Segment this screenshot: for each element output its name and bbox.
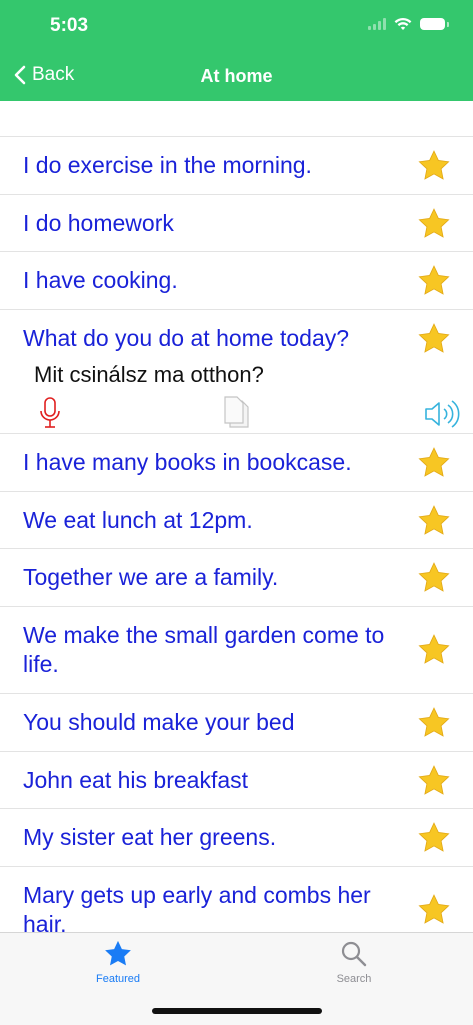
phrase-row[interactable]: Mary gets up early and combs her hair. [0,866,473,933]
search-icon [341,941,367,967]
phrase-list: I do exercise in the morning. I do homew… [0,136,473,933]
phrase-text: Together we are a family. [23,564,279,590]
signal-icon [368,18,386,30]
star-icon[interactable] [417,633,451,667]
star-icon[interactable] [417,446,451,480]
star-icon[interactable] [417,893,451,927]
phrase-text: I do homework [23,210,174,236]
microphone-icon[interactable] [38,396,62,430]
phrase-text: We make the small garden come to life. [23,622,385,677]
tab-search-label: Search [336,973,372,985]
phrase-row-expanded[interactable]: What do you do at home today? Mit csinál… [0,309,473,433]
status-time: 5:03 [50,15,89,36]
phrase-text: You should make your bed [23,709,295,735]
nav-header: 5:03 Back At home [0,0,473,101]
battery-icon [420,18,449,30]
page-title: At home [200,66,273,86]
phrase-row[interactable]: Together we are a family. [0,548,473,606]
speaker-icon[interactable] [424,400,460,428]
home-indicator [152,1008,322,1014]
phrase-row[interactable]: We eat lunch at 12pm. [0,491,473,548]
phrase-row[interactable]: I have cooking. [0,251,473,309]
phrase-row[interactable]: My sister eat her greens. [0,808,473,866]
tab-search[interactable]: Search [304,939,404,985]
phrase-text: John eat his breakfast [23,767,249,793]
star-icon[interactable] [417,764,451,798]
tab-featured-label: Featured [95,973,141,985]
phrase-text: I have cooking. [23,267,178,293]
tab-featured[interactable]: Featured [68,939,168,985]
phrase-text: We eat lunch at 12pm. [23,507,253,533]
star-icon[interactable] [417,706,451,740]
star-icon[interactable] [417,561,451,595]
phrase-tools [0,394,473,436]
phrase-text: I do exercise in the morning. [23,152,312,178]
phrase-text: What do you do at home today? [23,325,350,351]
star-icon[interactable] [417,207,451,241]
phrase-row[interactable]: You should make your bed [0,693,473,751]
phrase-text: I have many books in bookcase. [23,449,352,475]
star-icon[interactable] [417,821,451,855]
phrase-row[interactable]: John eat his breakfast [0,751,473,808]
wifi-icon [394,17,412,30]
star-icon[interactable] [417,264,451,298]
phrase-row[interactable]: I do exercise in the morning. [0,136,473,194]
status-icons [368,17,449,31]
phrase-text: My sister eat her greens. [23,824,277,850]
star-icon [105,940,131,966]
phrase-text: Mary gets up early and combs her hair. [23,882,371,933]
star-icon[interactable] [417,322,451,356]
phrase-row[interactable]: I do homework [0,194,473,251]
copy-icon[interactable] [222,396,252,430]
phrase-row[interactable]: We make the small garden come to life. [0,606,473,693]
phrase-row[interactable]: I have many books in bookcase. [0,433,473,491]
translation-text: Mit csinálsz ma otthon? [34,362,264,387]
star-icon[interactable] [417,149,451,183]
star-icon[interactable] [417,504,451,538]
